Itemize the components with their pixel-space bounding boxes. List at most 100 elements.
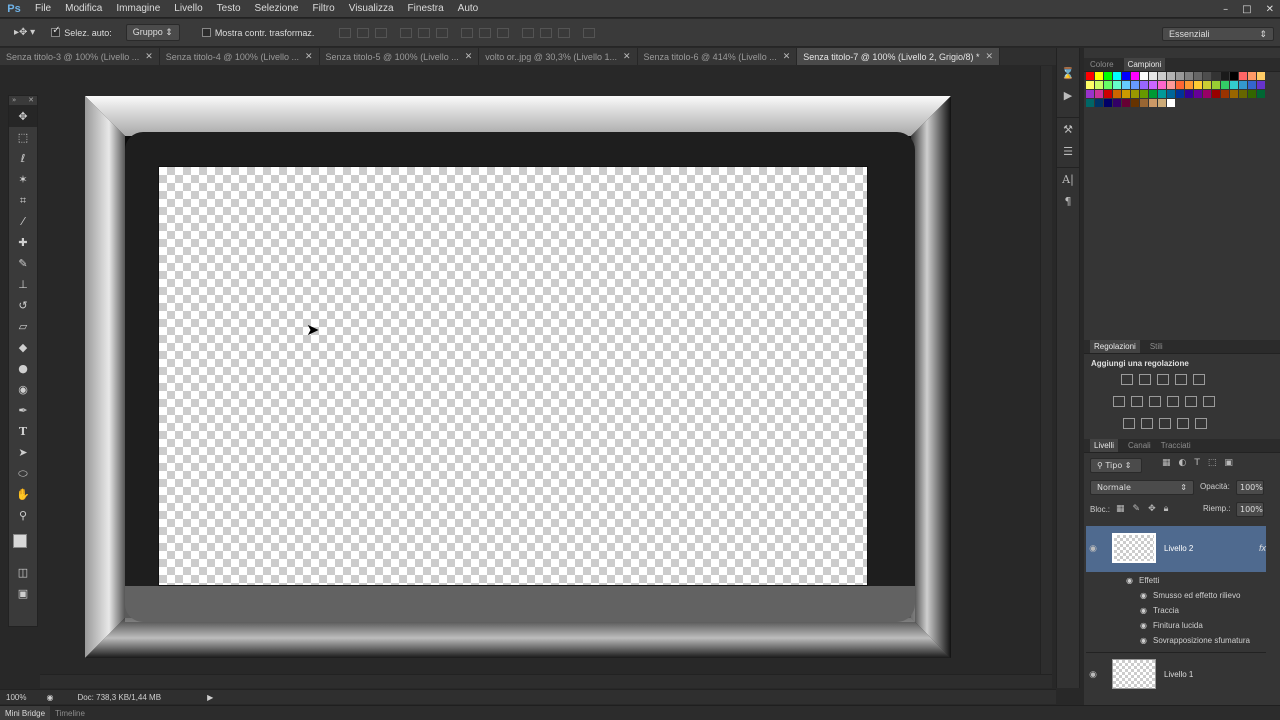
auto-select-dropdown[interactable]: Gruppo ⇕ [125,24,180,41]
photo-filter-icon[interactable] [1167,396,1179,407]
tab-swatches[interactable]: Campioni [1123,58,1166,71]
color-swatch[interactable] [1239,90,1247,98]
color-swatch[interactable] [1095,81,1103,89]
align-bottom-icon[interactable] [375,27,388,38]
gradient-map-icon[interactable] [1195,418,1207,429]
tab-timeline[interactable]: Timeline [50,709,90,718]
color-swatch[interactable] [1203,72,1211,80]
color-swatch[interactable] [1248,72,1256,80]
paint-bucket-tool-icon[interactable]: ◆ [9,337,37,358]
color-swatch[interactable] [1104,90,1112,98]
distribute-left-icon[interactable] [522,27,535,38]
crop-tool-icon[interactable]: ⌗ [9,190,37,211]
close-panel-icon[interactable]: ✕ [28,96,34,105]
color-swatch[interactable] [1239,81,1247,89]
color-swatch[interactable] [1149,99,1157,107]
color-swatch[interactable] [1086,99,1094,107]
color-swatch[interactable] [1185,90,1193,98]
vibrance-icon[interactable] [1193,374,1205,385]
minimize-icon[interactable]: – [1223,4,1228,15]
posterize-icon[interactable] [1141,418,1153,429]
screen-mode-icon[interactable]: ▣ [9,583,37,604]
status-info-icon[interactable]: ◉ [46,693,53,702]
color-swatch[interactable] [1122,90,1130,98]
tab-doc-4[interactable]: Senza titolo-4 @ 100% (Livello ... ✕ [159,48,320,65]
move-preset-icon[interactable]: ▸✥ ▾ [14,27,35,38]
color-swatch[interactable] [1122,81,1130,89]
auto-align-icon[interactable] [583,27,596,38]
menu-auto[interactable]: Auto [451,3,486,14]
move-tool-icon[interactable]: ✥ [9,106,37,127]
menu-edit[interactable]: Modifica [58,3,109,14]
color-swatch[interactable] [1158,81,1166,89]
color-swatch[interactable] [1185,81,1193,89]
color-swatch[interactable] [1167,90,1175,98]
fill-input[interactable]: 100% [1236,502,1264,517]
workspace-dropdown[interactable]: Essenziali ⇕ [1162,27,1274,41]
vertical-scrollbar[interactable] [1040,66,1052,674]
color-swatch[interactable] [1131,72,1139,80]
lock-position-icon[interactable]: ✥ [1148,504,1156,514]
menu-type[interactable]: Testo [210,3,248,14]
close-tab-icon[interactable]: ✕ [305,51,313,62]
actions-panel-icon[interactable]: ▶ [1057,84,1079,106]
exposure-icon[interactable] [1175,374,1187,385]
effect-eye-icon[interactable]: ◉ [1140,591,1147,600]
pen-tool-icon[interactable]: ✒ [9,400,37,421]
color-swatch[interactable] [1113,90,1121,98]
distribute-right-icon[interactable] [558,27,571,38]
distribute-bottom-icon[interactable] [497,27,510,38]
layer-name[interactable]: Livello 2 [1164,544,1193,553]
path-selection-tool-icon[interactable]: ➤ [9,442,37,463]
color-swatch[interactable] [1248,90,1256,98]
color-swatch[interactable] [1221,72,1229,80]
close-tab-icon[interactable]: ✕ [783,51,791,62]
align-hcenter-icon[interactable] [418,27,431,38]
type-tool-icon[interactable]: T [9,421,37,442]
foreground-color-swatch[interactable] [13,534,27,548]
align-top-icon[interactable] [339,27,352,38]
color-balance-icon[interactable] [1131,396,1143,407]
menu-window[interactable]: Finestra [401,3,451,14]
color-swatch[interactable] [1104,72,1112,80]
invert-icon[interactable] [1123,418,1135,429]
filter-smart-icon[interactable]: ▣ [1224,458,1233,468]
clone-stamp-tool-icon[interactable]: ⊥ [9,274,37,295]
tool-presets-icon[interactable]: ⚒ [1057,118,1079,140]
color-swatch[interactable] [1176,81,1184,89]
close-tab-icon[interactable]: ✕ [145,51,153,62]
zoom-level[interactable]: 100% [6,693,26,702]
color-swatch[interactable] [1194,90,1202,98]
color-swatch[interactable] [1176,90,1184,98]
filter-adjust-icon[interactable]: ◐ [1179,458,1187,468]
tab-doc-6[interactable]: Senza titolo-6 @ 414% (Livello ... ✕ [637,48,798,65]
color-swatch[interactable] [1158,72,1166,80]
color-swatch[interactable] [1113,99,1121,107]
auto-select-checkbox[interactable] [51,25,61,37]
color-swatch[interactable] [1158,99,1166,107]
color-swatches-tool[interactable] [9,526,37,562]
brightness-icon[interactable] [1121,374,1133,385]
marquee-tool-icon[interactable]: ⬚ [9,127,37,148]
color-swatch[interactable] [1221,81,1229,89]
paragraph-panel-icon[interactable]: ¶ [1057,190,1079,212]
quick-mask-icon[interactable]: ◫ [9,562,37,583]
color-swatch[interactable] [1095,90,1103,98]
color-swatch[interactable] [1095,72,1103,80]
fx-icon[interactable]: fx [1259,543,1266,553]
opacity-input[interactable]: 100% [1236,480,1264,495]
effect-eye-icon[interactable]: ◉ [1140,636,1147,645]
effect-eye-icon[interactable]: ◉ [1140,621,1147,630]
lasso-tool-icon[interactable]: ℓ [9,148,37,169]
color-swatch[interactable] [1104,99,1112,107]
maximize-icon[interactable]: □ [1242,4,1251,15]
effect-eye-icon[interactable]: ◉ [1140,606,1147,615]
tab-mini-bridge[interactable]: Mini Bridge [0,705,51,720]
transparent-canvas[interactable] [158,166,868,586]
effect-bevel-row[interactable]: ◉ Smusso ed effetto rilievo [1086,588,1240,603]
eraser-tool-icon[interactable]: ▱ [9,316,37,337]
menu-image[interactable]: Immagine [109,3,167,14]
threshold-icon[interactable] [1159,418,1171,429]
menu-layer[interactable]: Livello [167,3,209,14]
color-swatch[interactable] [1149,72,1157,80]
